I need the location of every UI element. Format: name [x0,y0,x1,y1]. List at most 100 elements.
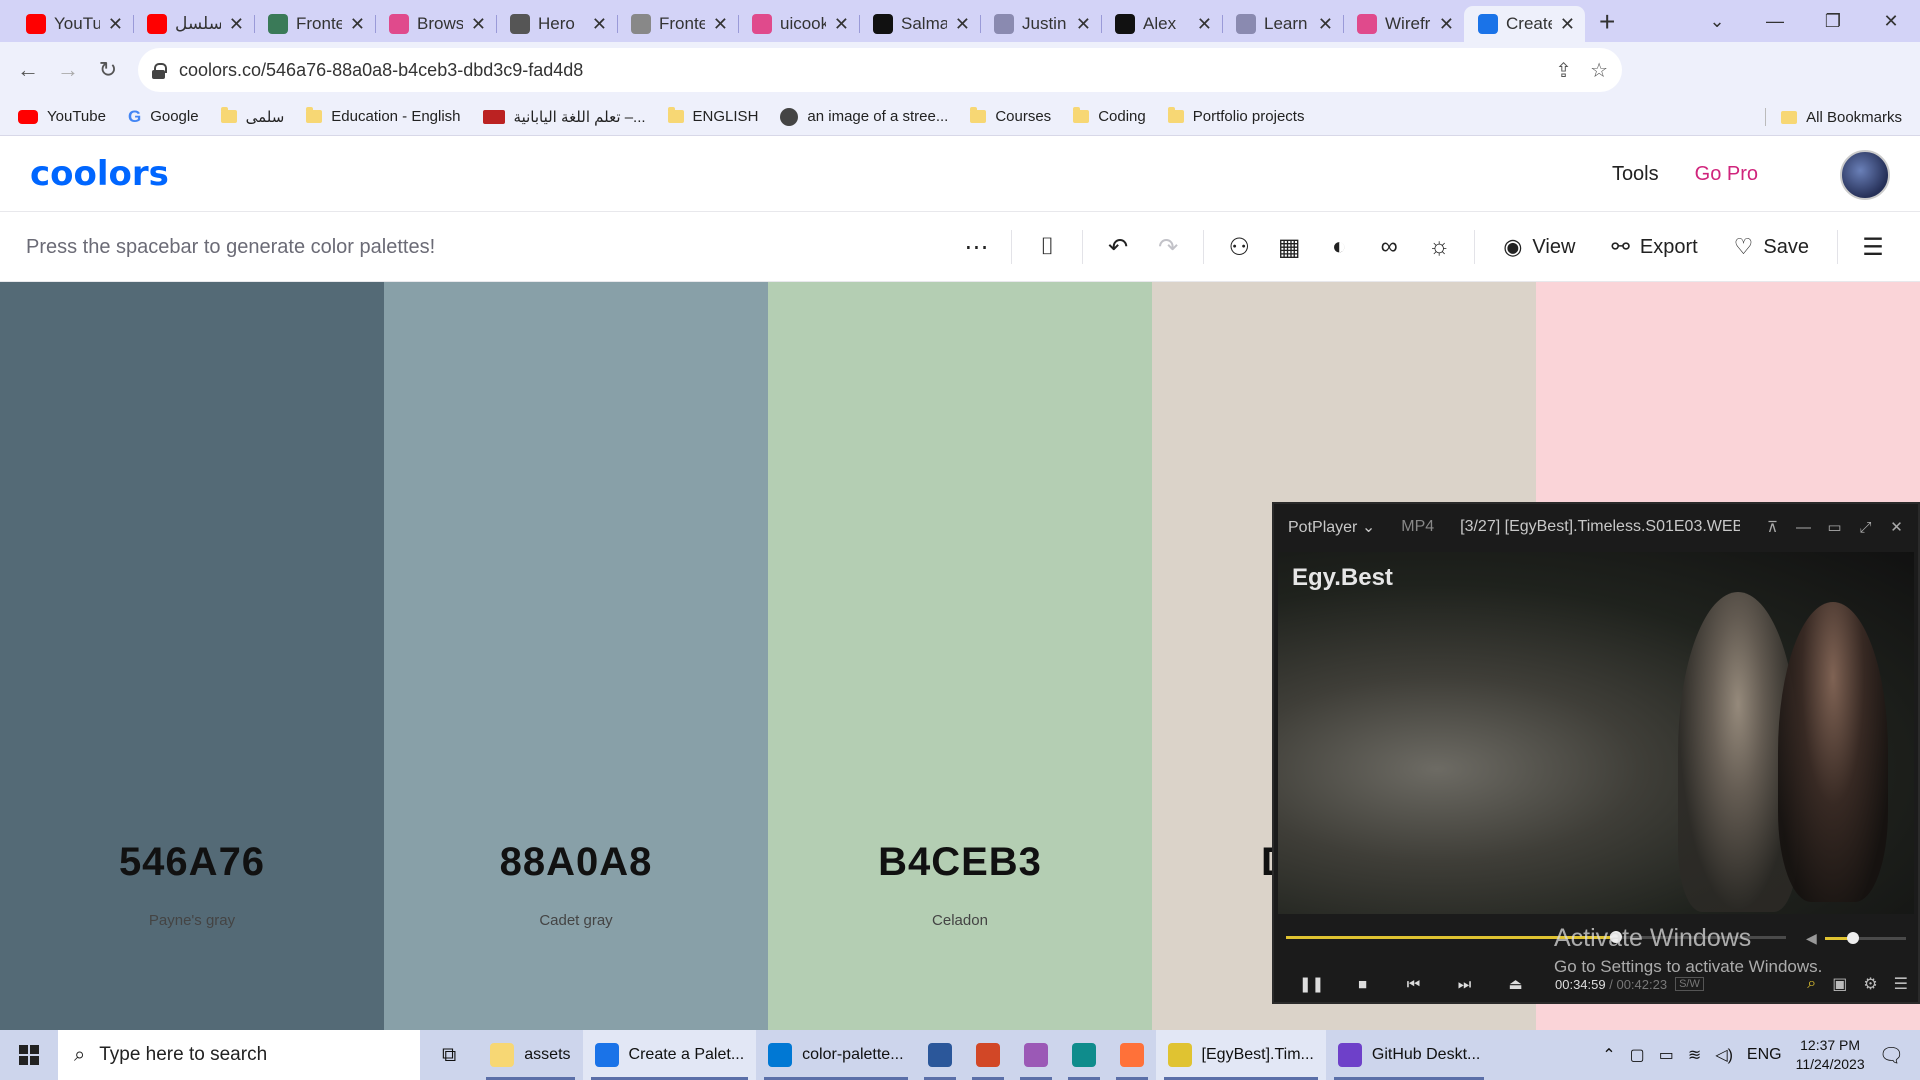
start-button[interactable] [0,1030,58,1080]
zoom-icon[interactable]: ⌕ [1807,975,1816,993]
tab-close-icon[interactable]: ✕ [592,14,607,35]
minimize-button[interactable]: — [1746,11,1804,32]
color-swatch[interactable]: B4CEB3 Celadon [768,282,1152,1030]
undo-icon[interactable]: ↶ [1093,233,1143,262]
contrast-icon[interactable]: ◐ [1314,233,1364,261]
go-pro-link[interactable]: Go Pro [1695,163,1758,186]
browser-tab[interactable]: Frontend ✕ [617,6,738,42]
color-swatch[interactable]: 546A76 Payne's gray [0,282,384,1030]
volume-icon[interactable]: ◁) [1715,1045,1733,1065]
video-frame[interactable]: Egy.Best [1278,552,1914,914]
player-close-button[interactable]: ✕ [1881,518,1912,536]
tab-close-icon[interactable]: ✕ [1076,14,1091,35]
taskbar-app[interactable] [1012,1030,1060,1080]
clock[interactable]: 12:37 PM 11/24/2023 [1796,1036,1865,1074]
browser-tab[interactable]: Salman ✕ [859,6,980,42]
tab-search-icon[interactable]: ⌄ [1688,11,1746,32]
battery-icon[interactable]: ▭ [1659,1045,1674,1065]
bookmark-item[interactable]: سلمى [220,107,284,126]
share-icon[interactable]: ⇪ [1555,58,1572,83]
brightness-icon[interactable]: ☼ [1414,233,1464,261]
browser-tab[interactable]: Justin ✕ [980,6,1101,42]
bookmark-item[interactable]: Courses [970,107,1051,125]
bookmark-item[interactable]: تعلم اللغة اليابانية –... [482,108,646,126]
language-indicator[interactable]: ENG [1747,1046,1782,1064]
user-avatar[interactable] [1840,150,1890,200]
taskbar-app[interactable]: Create a Palet... [582,1030,757,1080]
volume-handle[interactable] [1847,931,1860,944]
fullscreen-icon[interactable]: ⤢ [1850,519,1881,536]
coolors-logo[interactable]: coolors [30,154,169,194]
tab-close-icon[interactable]: ✕ [1197,14,1212,35]
address-bar[interactable]: coolors.co/546a76-88a0a8-b4ceb3-dbd3c9-f… [138,48,1622,92]
pause-button[interactable]: ❚❚ [1286,975,1337,993]
view-button[interactable]: ◉ View [1503,234,1575,260]
player-app-menu[interactable]: PotPlayer ⌄ [1288,517,1375,537]
tab-close-icon[interactable]: ✕ [955,14,970,35]
tools-link[interactable]: Tools [1612,163,1659,186]
browser-tab[interactable]: Create ✕ [1464,6,1585,42]
tab-close-icon[interactable]: ✕ [229,14,244,35]
player-menu-icon[interactable]: ☰ [1894,974,1908,994]
bookmark-star-icon[interactable]: ☆ [1590,58,1608,83]
browser-tab[interactable]: uicookies ✕ [738,6,859,42]
bookmark-item[interactable]: G Google [128,107,199,127]
reload-button[interactable]: ↻ [88,57,128,83]
browser-tab[interactable]: مسلسل ✕ [133,6,254,42]
tab-close-icon[interactable]: ✕ [1318,14,1333,35]
hamburger-menu-icon[interactable]: ☰ [1848,233,1898,262]
more-options-icon[interactable]: ⋯ [951,233,1001,262]
tab-close-icon[interactable]: ✕ [1439,14,1454,35]
close-window-button[interactable]: ✕ [1862,11,1920,32]
swatch-hex-code[interactable]: 546A76 [0,840,384,885]
player-maximize-button[interactable]: ▭ [1819,518,1850,536]
eject-button[interactable]: ⏏ [1490,975,1541,993]
taskbar-app[interactable]: color-palette... [756,1030,915,1080]
color-blindness-icon[interactable]: ∞ [1364,233,1414,261]
task-view-icon[interactable]: ⧉ [420,1030,478,1080]
tab-close-icon[interactable]: ✕ [1560,14,1575,35]
player-minimize-button[interactable]: — [1788,519,1819,536]
tab-close-icon[interactable]: ✕ [713,14,728,35]
restore-button[interactable]: ❐ [1804,11,1862,32]
taskbar-app[interactable]: GitHub Deskt... [1326,1030,1492,1080]
tab-close-icon[interactable]: ✕ [350,14,365,35]
swatch-hex-code[interactable]: B4CEB3 [768,840,1152,885]
back-button[interactable]: ← [8,57,48,83]
settings-gear-icon[interactable]: ⚙ [1863,974,1877,994]
tab-close-icon[interactable]: ✕ [471,14,486,35]
browser-tab[interactable]: Wireframe ✕ [1343,6,1464,42]
browser-tab[interactable]: Alex ✕ [1101,6,1222,42]
browser-tab[interactable]: Browse ✕ [375,6,496,42]
browser-tab[interactable]: Learn ✕ [1222,6,1343,42]
taskbar-app[interactable] [1060,1030,1108,1080]
tab-close-icon[interactable]: ✕ [834,14,849,35]
volume-slider[interactable] [1824,931,1906,944]
redo-icon[interactable]: ↷ [1143,233,1193,262]
adjust-palette-icon[interactable]: ⚇ [1214,233,1264,262]
browser-tab[interactable]: Hero ✕ [496,6,617,42]
swatch-hex-code[interactable]: 88A0A8 [384,840,768,885]
meet-icon[interactable]: ▢ [1630,1045,1645,1065]
notifications-icon[interactable]: 🗨 [1879,1043,1904,1068]
grid-view-icon[interactable]: ▦ [1264,233,1314,262]
all-bookmarks[interactable]: All Bookmarks [1765,98,1902,136]
taskbar-app[interactable]: assets [478,1030,582,1080]
color-swatch[interactable]: 88A0A8 Cadet gray [384,282,768,1030]
bookmark-item[interactable]: Education - English [306,107,461,125]
taskbar-search[interactable]: ⌕ Type here to search [58,1030,420,1080]
bookmark-item[interactable]: an image of a stree... [780,107,948,126]
new-tab-button[interactable]: + [1585,6,1615,42]
capture-icon[interactable]: ▣ [1832,974,1847,994]
tray-chevron-icon[interactable]: ⌃ [1602,1045,1615,1065]
export-button[interactable]: ⚯ Export [1611,234,1697,260]
wifi-icon[interactable]: ≋ [1688,1045,1701,1065]
previous-button[interactable]: ⏮ [1388,976,1439,993]
browser-tab[interactable]: YouTube ✕ [12,6,133,42]
bookmark-item[interactable]: Coding [1073,107,1146,125]
save-button[interactable]: ♡ Save [1734,234,1809,260]
taskbar-app[interactable]: [EgyBest].Tim... [1155,1030,1326,1080]
bookmark-item[interactable]: Portfolio projects [1167,107,1304,125]
taskbar-app[interactable] [916,1030,964,1080]
forward-button[interactable]: → [48,57,88,83]
